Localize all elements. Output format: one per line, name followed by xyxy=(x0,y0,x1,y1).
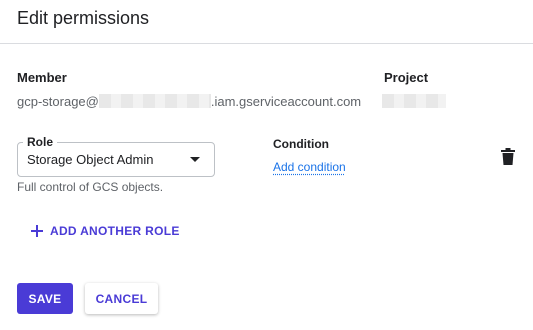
arrow-drop-down-icon xyxy=(190,157,200,162)
trash-icon[interactable] xyxy=(500,148,516,166)
add-another-role-label: ADD ANOTHER ROLE xyxy=(50,224,180,238)
role-label: Role xyxy=(23,135,58,149)
condition-label: Condition xyxy=(273,137,329,151)
member-label: Member xyxy=(17,70,67,85)
member-value: gcp-storage@ .iam.gserviceaccount.com xyxy=(17,94,361,109)
add-condition-link[interactable]: Add condition xyxy=(273,160,346,174)
member-value-prefix: gcp-storage@ xyxy=(17,94,99,109)
save-button[interactable]: SAVE xyxy=(17,283,73,314)
role-hint: Full control of GCS objects. xyxy=(17,180,164,194)
redacted-project-value xyxy=(382,94,446,108)
dialog-header: Edit permissions xyxy=(0,0,533,44)
add-another-role-button[interactable]: ADD ANOTHER ROLE xyxy=(31,220,180,242)
project-label: Project xyxy=(384,70,429,85)
plus-icon xyxy=(31,225,43,237)
member-value-suffix: .iam.gserviceaccount.com xyxy=(210,94,362,109)
redacted-member-id xyxy=(98,94,211,108)
dialog-title: Edit permissions xyxy=(17,8,150,28)
cancel-button[interactable]: CANCEL xyxy=(85,283,158,314)
role-selected-value: Storage Object Admin xyxy=(27,152,154,167)
